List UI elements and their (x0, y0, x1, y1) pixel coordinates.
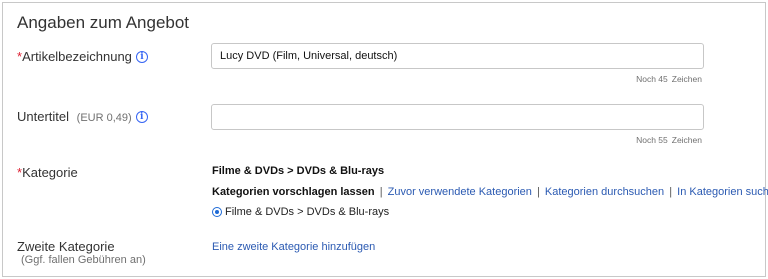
subtitle-counter-word: Zeichen (671, 135, 702, 145)
title-counter-value: Noch 45 (636, 74, 668, 84)
subtitle-price: (EUR 0,49) (76, 112, 132, 124)
title-char-counter: Noch 45 Zeichen (636, 74, 702, 84)
category-option[interactable]: Filme & DVDs > DVDs & Blu-rays (212, 206, 389, 218)
category-actions: Kategorien vorschlagen lassen | Zuvor ve… (212, 186, 768, 198)
category-label-row: *Kategorie (17, 165, 78, 180)
subtitle-label-row: Untertitel (EUR 0,49) i (17, 109, 148, 124)
suggest-categories-label[interactable]: Kategorien vorschlagen lassen (212, 186, 375, 198)
section-title: Angaben zum Angebot (17, 13, 190, 32)
title-label-row: *Artikelbezeichnung i (17, 49, 148, 64)
add-second-category-link[interactable]: Eine zweite Kategorie hinzufügen (212, 241, 375, 253)
category-radio[interactable] (212, 207, 222, 217)
category-option-label[interactable]: Filme & DVDs > DVDs & Blu-rays (225, 206, 389, 218)
second-category-label: Zweite Kategorie (17, 239, 115, 254)
title-counter-word: Zeichen (671, 74, 702, 84)
search-categories-link[interactable]: In Kategorien suchen (677, 186, 768, 198)
info-icon[interactable]: i (135, 110, 148, 123)
subtitle-counter-value: Noch 55 (636, 135, 668, 145)
separator: | (669, 186, 673, 198)
subtitle-label: Untertitel (17, 109, 70, 124)
title-label: Artikelbezeichnung (22, 49, 132, 64)
category-path: Filme & DVDs > DVDs & Blu-rays (212, 165, 385, 177)
separator: | (536, 186, 540, 198)
category-label: Kategorie (22, 165, 78, 180)
title-input[interactable]: Lucy DVD (Film, Universal, deutsch) (211, 43, 704, 69)
subtitle-input[interactable] (211, 104, 704, 130)
browse-categories-link[interactable]: Kategorien durchsuchen (545, 186, 664, 198)
previous-categories-link[interactable]: Zuvor verwendete Kategorien (388, 186, 532, 198)
separator: | (379, 186, 383, 198)
info-icon[interactable]: i (135, 50, 148, 63)
second-category-note: (Ggf. fallen Gebühren an) (21, 254, 146, 266)
subtitle-char-counter: Noch 55 Zeichen (636, 135, 702, 145)
